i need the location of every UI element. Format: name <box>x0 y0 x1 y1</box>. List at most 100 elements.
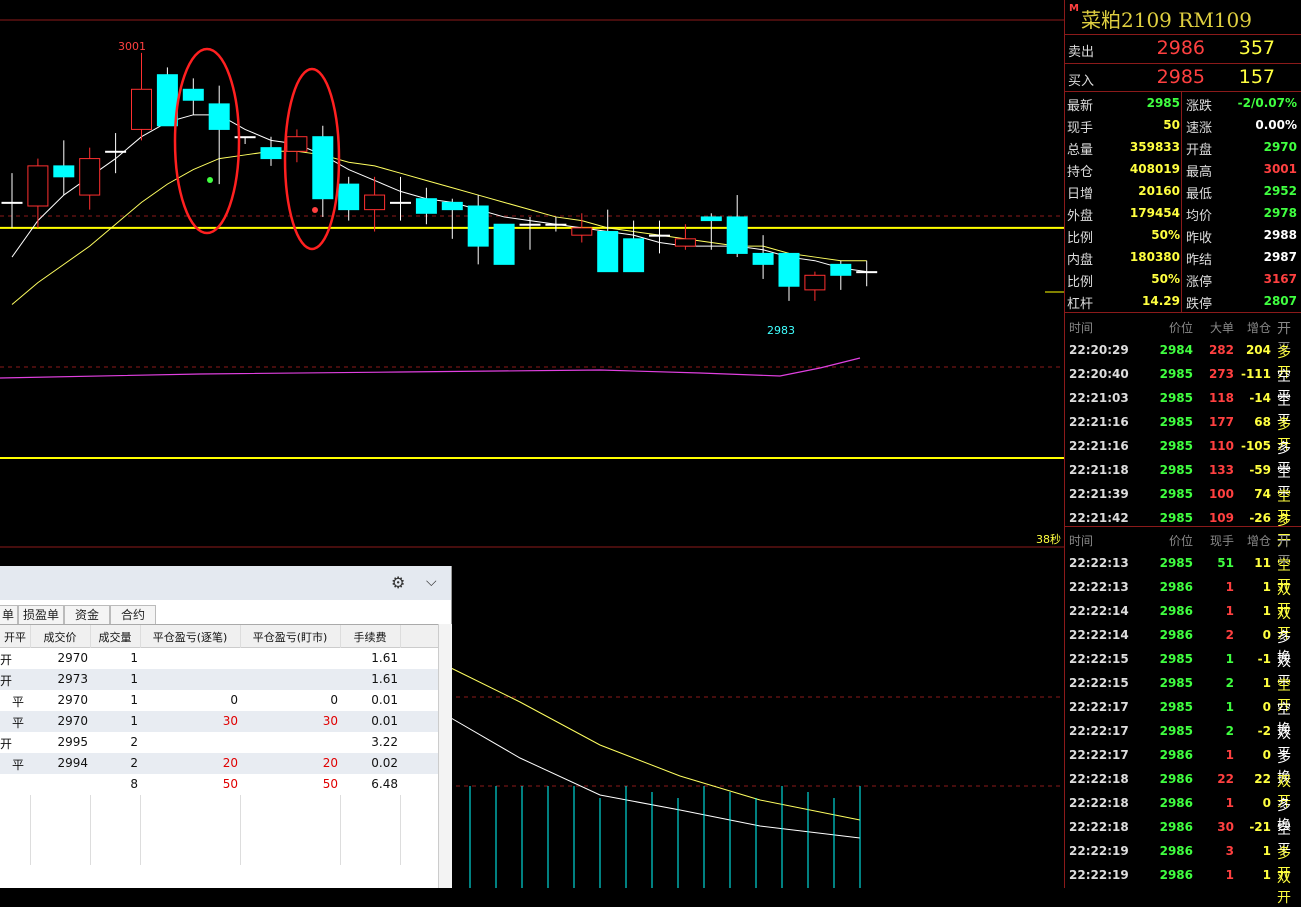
candle <box>27 158 49 228</box>
tick-header-time: 时间 <box>1069 321 1094 335</box>
candle-body <box>649 234 670 237</box>
tick-price: 2985 <box>1159 700 1193 714</box>
candle-body <box>519 223 541 226</box>
tick-oi: 1 <box>1262 580 1271 594</box>
trade-row[interactable]: 8 50 50 6.48 <box>0 774 438 795</box>
candle <box>778 252 800 301</box>
tick-oi: -2 <box>1257 724 1271 738</box>
col-open-close[interactable]: 开平 <box>0 629 30 645</box>
bid-row[interactable]: 买入 2985 157 <box>1065 64 1301 92</box>
tick-header: 时间 价位 大单 增仓 开平 <box>1065 314 1301 357</box>
tab-stop-loss[interactable]: 损盈单 <box>18 605 64 625</box>
candle-body <box>571 227 593 236</box>
candle-body <box>493 223 515 265</box>
stat-row: 总量 359833 开盘 2970 <box>1065 136 1301 158</box>
candle-body <box>726 216 748 254</box>
col-pl-trade[interactable]: 平仓盈亏(逐笔) <box>140 629 240 645</box>
trade-row[interactable]: 平 2970 1 0 0 0.01 <box>0 690 438 711</box>
candle <box>804 271 826 301</box>
trade-cell-qty: 1 <box>130 672 138 686</box>
candle-body <box>545 223 567 226</box>
trade-cell-kp: 平 <box>11 695 24 709</box>
trade-cell-kp: 平 <box>11 758 24 772</box>
tick-header-vol: 大单 <box>1209 321 1234 335</box>
tick-volume: 118 <box>1208 391 1234 405</box>
tab-funds[interactable]: 资金 <box>64 605 110 625</box>
tick-time: 22:21:03 <box>1069 391 1129 405</box>
stat-label: 日增 <box>1067 187 1094 202</box>
candle-body <box>752 252 774 265</box>
ask-volume: 357 <box>1238 37 1275 59</box>
bid-price: 2985 <box>1156 66 1205 88</box>
trade-row[interactable]: 平 2994 2 20 20 0.02 <box>0 753 438 774</box>
col-fee[interactable]: 手续费 <box>340 629 400 645</box>
trade-window-tabs: 单 损盈单 资金 合约 <box>0 602 451 625</box>
trade-row[interactable]: 平 2970 1 30 30 0.01 <box>0 711 438 732</box>
tick-oi: 0 <box>1262 700 1271 714</box>
volume-bars <box>469 786 861 888</box>
col-price[interactable]: 成交价 <box>30 629 90 645</box>
candle-body <box>390 201 411 204</box>
collapse-chevron-icon[interactable]: ⌵ <box>426 574 437 590</box>
tick-volume: 110 <box>1208 439 1234 453</box>
tab-contract[interactable]: 合约 <box>110 605 156 625</box>
col-pl-mtm[interactable]: 平仓盈亏(盯市) <box>240 629 340 645</box>
stat-value: 50 <box>1163 118 1180 132</box>
trade-row[interactable]: 开 2995 2 3.22 <box>0 732 438 753</box>
candle-body <box>415 198 437 214</box>
tick-oi: 0 <box>1262 748 1271 762</box>
tick-time: 22:22:18 <box>1069 772 1129 786</box>
tick-volume: 51 <box>1217 556 1234 570</box>
tick-oi: -21 <box>1249 820 1271 834</box>
highlight-ellipse-1 <box>173 47 241 235</box>
stat-label: 持仓 <box>1067 165 1094 180</box>
stat-label: 最新 <box>1067 99 1094 114</box>
stat-label: 现手 <box>1067 121 1094 136</box>
trade-table-scrollbar[interactable] <box>438 624 452 888</box>
tick-volume: 2 <box>1225 676 1234 690</box>
tick-price: 2985 <box>1159 391 1193 405</box>
candle <box>571 213 593 243</box>
candle-body <box>79 158 101 196</box>
indicator-line-magenta <box>0 357 861 379</box>
candle <box>856 260 878 287</box>
trade-table: 开平 成交价 成交量 平仓盈亏(逐笔) 平仓盈亏(盯市) 手续费 开 2970 1 1… <box>0 624 438 889</box>
tick-oi: -111 <box>1240 367 1271 381</box>
tick-volume: 1 <box>1225 748 1234 762</box>
candle <box>597 209 619 273</box>
ask-row[interactable]: 卖出 2986 357 <box>1065 35 1301 63</box>
trade-row[interactable]: 开 2973 1 1.61 <box>0 669 438 690</box>
tick-price: 2985 <box>1159 556 1193 570</box>
candle <box>390 176 411 221</box>
gear-icon[interactable]: ⚙ <box>391 573 405 592</box>
tick-row: 22:22:17 2985 1 0 空换 <box>1065 695 1301 738</box>
stat-row: 内盘 180380 昨结 2987 <box>1065 246 1301 268</box>
trade-records-window[interactable]: ⚙ ⌵ 单 损盈单 资金 合约 开平 成交价 成交量 平仓盈亏(逐笔) 平仓盈亏… <box>0 566 452 888</box>
candle <box>830 260 852 290</box>
tick-price: 2985 <box>1159 439 1193 453</box>
stat-row: 比例 50% 昨收 2988 <box>1065 224 1301 246</box>
stat-value: 180380 <box>1129 250 1180 264</box>
col-qty[interactable]: 成交量 <box>90 629 140 645</box>
trade-cell-kp: 开 <box>0 737 13 751</box>
trade-cell-kp: 平 <box>11 716 24 730</box>
quote-panel: M 菜粕2109 RM109 卖出 2986 357 买入 2985 157 最… <box>1064 0 1301 906</box>
tick-row: 22:20:29 2984 282 204 多开 <box>1065 338 1301 381</box>
tick-oi: 11 <box>1254 556 1271 570</box>
tick-header-price: 价位 <box>1168 534 1193 548</box>
tick-time: 22:22:19 <box>1069 844 1129 858</box>
tab-order[interactable]: 单 <box>0 605 18 625</box>
marker-dot-red <box>312 207 318 213</box>
tick-price: 2985 <box>1159 367 1193 381</box>
candle-body <box>597 231 619 273</box>
candle-body <box>27 165 49 207</box>
tick-oi: -14 <box>1249 391 1271 405</box>
m-badge: M <box>1069 3 1079 14</box>
candle-body <box>467 205 489 247</box>
candle-body <box>286 136 308 152</box>
tick-volume: 177 <box>1208 415 1234 429</box>
tick-oi: 0 <box>1262 796 1271 810</box>
candle <box>700 213 722 250</box>
trade-row[interactable]: 开 2970 1 1.61 <box>0 648 438 669</box>
trade-cell-price: 2994 <box>57 756 88 770</box>
